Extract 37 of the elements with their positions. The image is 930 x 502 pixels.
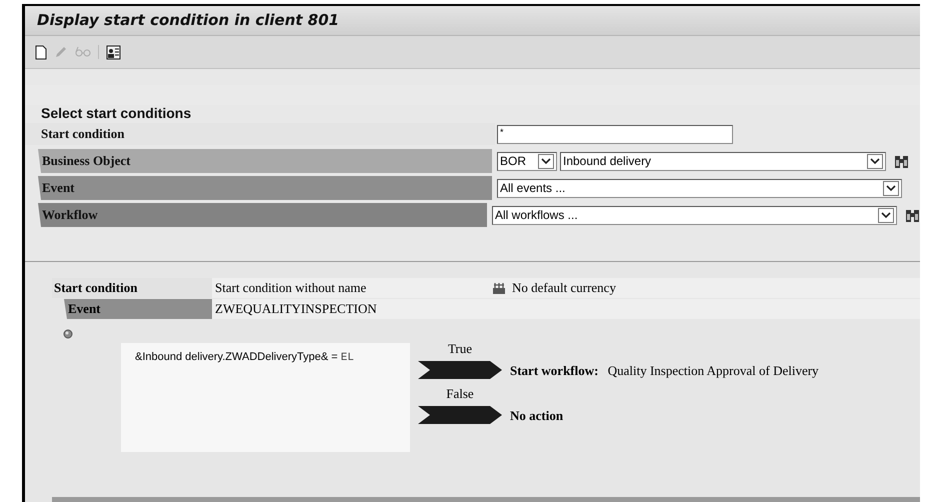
field-label: Business Object [38, 149, 492, 173]
new-document-icon[interactable] [35, 44, 47, 60]
dropdown-field[interactable]: All workflows ... [492, 206, 897, 224]
dropdown-button[interactable] [883, 180, 899, 196]
caret-icon [870, 158, 880, 164]
status-light-icon [63, 329, 73, 339]
field-label: Workflow [38, 203, 487, 227]
arrow-icon [418, 406, 502, 424]
search-icon[interactable] [894, 154, 909, 168]
branch-action: Start workflow: Quality Inspection Approval of Delivery [510, 362, 819, 380]
dropdown-button[interactable] [538, 154, 554, 168]
object-select[interactable]: Inbound delivery [560, 152, 886, 170]
condition-expression: &Inbound delivery.ZWADDeliveryType& = EL [135, 351, 354, 363]
window-title: Display start condition in client 801 [37, 10, 340, 32]
dropdown-button[interactable] [878, 208, 894, 222]
branch-label: False [445, 385, 475, 403]
dropdown-field[interactable]: All events ... [497, 178, 902, 198]
start-condition-value: Start condition without name [214, 279, 368, 298]
caret-icon [541, 158, 551, 164]
field-label: Start condition [25, 123, 495, 145]
text-field[interactable]: * [497, 124, 733, 144]
caret-icon [886, 184, 896, 192]
dropdown-button[interactable] [867, 154, 883, 168]
section-title: Select start conditions [40, 105, 192, 122]
caret-icon [881, 212, 891, 218]
currency-icon [492, 282, 506, 294]
field-label: Event [38, 176, 492, 200]
branch-action: No action [510, 406, 564, 424]
type-select[interactable]: BOR [497, 152, 557, 170]
arrow-icon [418, 361, 502, 380]
currency-text: No default currency [512, 279, 616, 298]
branch-label: True [446, 340, 474, 358]
search-icon[interactable] [905, 208, 920, 222]
document-person-icon[interactable] [106, 44, 121, 60]
start-condition-label: Start condition [52, 278, 212, 298]
event-value: ZWEQUALITYINSPECTION [214, 300, 377, 318]
event-label: Event [64, 299, 212, 319]
